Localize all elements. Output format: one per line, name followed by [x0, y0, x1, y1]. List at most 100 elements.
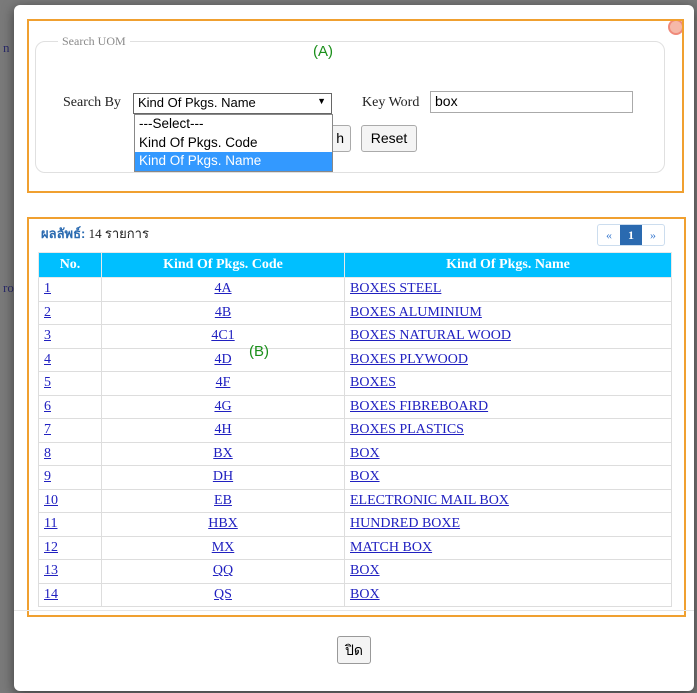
row-name-link[interactable]: BOXES FIBREBOARD [350, 399, 488, 414]
footer-divider [14, 610, 694, 611]
table-row: 11 HBX HUNDRED BOXE [38, 512, 672, 537]
row-name-link[interactable]: BOX [350, 563, 380, 578]
table-cell: 2 [38, 300, 102, 325]
row-name-link[interactable]: BOXES STEEL [350, 281, 441, 296]
table-row: 4 4D BOXES PLYWOOD [38, 347, 672, 372]
row-number-link[interactable]: 13 [44, 563, 58, 578]
search-by-select[interactable]: Kind Of Pkgs. Name ▼ [133, 93, 332, 114]
result-summary: ผลลัพธ์: 14 รายการ [41, 223, 149, 244]
dropdown-option-code[interactable]: Kind Of Pkgs. Code [135, 134, 332, 153]
chevron-down-icon: ▼ [317, 96, 326, 106]
pager-page[interactable]: 1 [620, 225, 642, 245]
table-cell: HUNDRED BOXE [344, 512, 672, 537]
table-cell: 4B [101, 300, 345, 325]
row-number-link[interactable]: 5 [44, 375, 51, 390]
row-name-link[interactable]: BOXES NATURAL WOOD [350, 328, 511, 343]
table-row: 3 4C1 BOXES NATURAL WOOD [38, 324, 672, 349]
row-code-link[interactable]: QS [214, 587, 232, 602]
row-name-link[interactable]: MATCH BOX [350, 540, 432, 555]
table-cell: 4H [101, 418, 345, 443]
table-cell: 4F [101, 371, 345, 396]
row-code-link[interactable]: 4F [216, 375, 231, 390]
row-code-link[interactable]: 4D [214, 352, 231, 367]
row-number-link[interactable]: 12 [44, 540, 58, 555]
row-code-link[interactable]: 4A [214, 281, 231, 296]
table-cell: BOX [344, 465, 672, 490]
table-cell: BOXES [344, 371, 672, 396]
table-cell: BOXES FIBREBOARD [344, 394, 672, 419]
table-cell: 14 [38, 582, 102, 607]
table-header-row: No. Kind Of Pkgs. Code Kind Of Pkgs. Nam… [38, 252, 672, 278]
table-cell: 4C1 [101, 324, 345, 349]
row-name-link[interactable]: ELECTRONIC MAIL BOX [350, 493, 509, 508]
table-row: 2 4B BOXES ALUMINIUM [38, 300, 672, 325]
table-cell: BOXES PLYWOOD [344, 347, 672, 372]
reset-button[interactable]: Reset [361, 125, 417, 152]
table-cell: QQ [101, 559, 345, 584]
table-cell: 4G [101, 394, 345, 419]
row-number-link[interactable]: 8 [44, 446, 51, 461]
table-cell: BX [101, 441, 345, 466]
row-code-link[interactable]: HBX [208, 516, 238, 531]
table-cell: 7 [38, 418, 102, 443]
pager-prev-icon[interactable]: « [598, 225, 620, 245]
row-code-link[interactable]: 4H [214, 422, 231, 437]
row-code-link[interactable]: 4G [214, 399, 231, 414]
pagination: « 1 » [597, 224, 665, 246]
column-header-code: Kind Of Pkgs. Code [101, 252, 345, 278]
row-number-link[interactable]: 10 [44, 493, 58, 508]
background-text-fragment: ro [3, 280, 14, 295]
keyword-input[interactable]: box [430, 91, 633, 113]
table-row: 1 4A BOXES STEEL [38, 277, 672, 302]
table-row: 5 4F BOXES [38, 371, 672, 396]
row-code-link[interactable]: DH [213, 469, 233, 484]
row-code-link[interactable]: EB [214, 493, 232, 508]
table-cell: 3 [38, 324, 102, 349]
row-number-link[interactable]: 2 [44, 305, 51, 320]
row-name-link[interactable]: BOXES PLYWOOD [350, 352, 468, 367]
search-by-label: Search By [63, 95, 121, 110]
row-name-link[interactable]: BOX [350, 469, 380, 484]
table-row: 14 QS BOX [38, 582, 672, 607]
search-by-selected-value: Kind Of Pkgs. Name [138, 95, 256, 110]
row-number-link[interactable]: 4 [44, 352, 51, 367]
row-code-link[interactable]: 4B [215, 305, 231, 320]
table-row: 9 DH BOX [38, 465, 672, 490]
row-name-link[interactable]: HUNDRED BOXE [350, 516, 460, 531]
row-code-link[interactable]: BX [213, 446, 232, 461]
table-body: 1 4A BOXES STEEL 2 4B BOXES ALUMINIUM 3 4C1 BOXE… [38, 277, 672, 607]
row-name-link[interactable]: BOXES ALUMINIUM [350, 305, 482, 320]
row-number-link[interactable]: 11 [44, 516, 57, 531]
table-cell: 11 [38, 512, 102, 537]
table-cell: BOX [344, 441, 672, 466]
close-dialog-button[interactable]: ปิด [337, 636, 371, 664]
row-name-link[interactable]: BOX [350, 587, 380, 602]
table-row: 13 QQ BOX [38, 559, 672, 584]
table-cell: QS [101, 582, 345, 607]
table-cell: 10 [38, 488, 102, 513]
table-row: 8 BX BOX [38, 441, 672, 466]
table-cell: 8 [38, 441, 102, 466]
row-name-link[interactable]: BOXES PLASTICS [350, 422, 464, 437]
row-name-link[interactable]: BOXES [350, 375, 396, 390]
row-number-link[interactable]: 9 [44, 469, 51, 484]
result-count: 14 รายการ [88, 226, 149, 241]
table-cell: MATCH BOX [344, 535, 672, 560]
dropdown-option-select[interactable]: ---Select--- [135, 115, 332, 134]
pager-next-icon[interactable]: » [642, 225, 664, 245]
row-code-link[interactable]: QQ [213, 563, 233, 578]
dropdown-option-name[interactable]: Kind Of Pkgs. Name [135, 152, 332, 171]
row-number-link[interactable]: 14 [44, 587, 58, 602]
row-code-link[interactable]: 4C1 [211, 328, 234, 343]
row-number-link[interactable]: 1 [44, 281, 51, 296]
row-name-link[interactable]: BOX [350, 446, 380, 461]
table-cell: MX [101, 535, 345, 560]
table-cell: 4A [101, 277, 345, 302]
column-header-no: No. [38, 252, 102, 278]
row-code-link[interactable]: MX [212, 540, 235, 555]
row-number-link[interactable]: 7 [44, 422, 51, 437]
row-number-link[interactable]: 3 [44, 328, 51, 343]
keyword-label: Key Word [362, 95, 420, 110]
row-number-link[interactable]: 6 [44, 399, 51, 414]
table-row: 6 4G BOXES FIBREBOARD [38, 394, 672, 419]
